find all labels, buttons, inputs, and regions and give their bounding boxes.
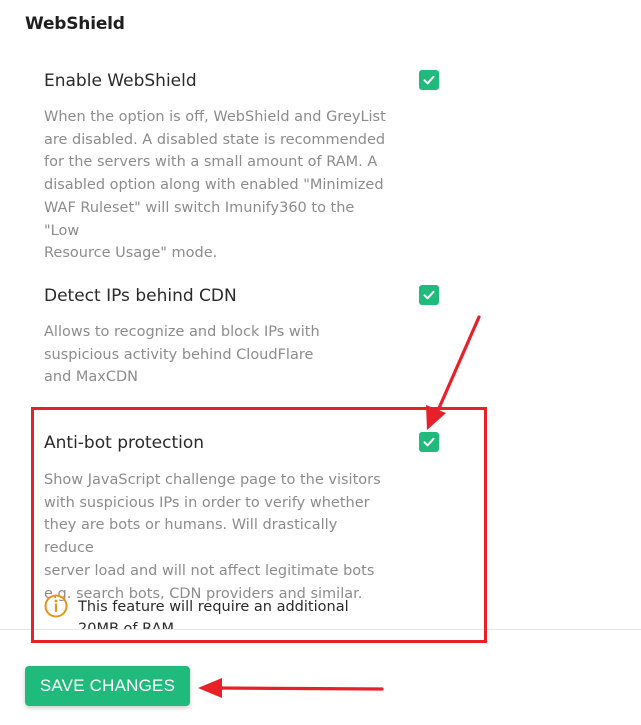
checkmark-icon: [423, 75, 435, 85]
settings-page: WebShield Enable WebShield When the opti…: [0, 0, 641, 725]
notice-text: This feature will require an additional …: [78, 599, 349, 629]
arrow-to-save-icon: [214, 686, 384, 691]
checkmark-icon: [423, 290, 435, 300]
arrowhead-save-icon: [198, 678, 222, 698]
option-title: Detect IPs behind CDN: [44, 286, 237, 306]
option-description: When the option is off, WebShield and Gr…: [44, 109, 386, 262]
option-description: Allows to recognize and block IPs with s…: [44, 324, 320, 386]
section-title: WebShield: [25, 14, 125, 34]
detect-ips-cdn-checkbox[interactable]: [419, 285, 439, 305]
info-icon: [44, 594, 68, 618]
footer-divider: [0, 629, 641, 630]
checkmark-icon: [423, 437, 435, 447]
option-title: Anti-bot protection: [44, 433, 205, 453]
enable-webshield-checkbox[interactable]: [419, 70, 439, 90]
anti-bot-protection-checkbox[interactable]: [419, 432, 439, 452]
option-title: Enable WebShield: [44, 71, 197, 91]
save-changes-button[interactable]: SAVE CHANGES: [25, 666, 190, 706]
option-description: Show JavaScript challenge page to the vi…: [44, 472, 381, 602]
ram-notice: This feature will require an additional …: [44, 593, 404, 629]
arrowhead-checkbox-icon: [426, 405, 446, 430]
arrow-to-checkbox-icon: [434, 315, 481, 417]
